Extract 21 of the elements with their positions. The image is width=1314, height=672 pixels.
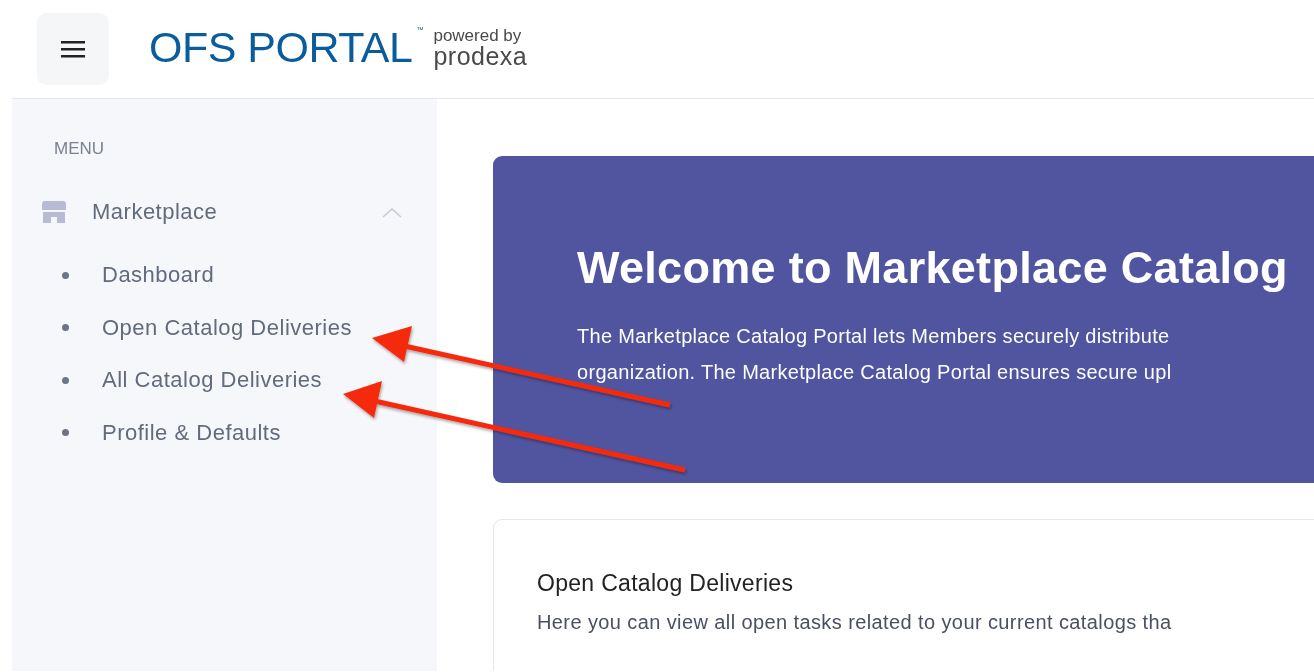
sidebar-group[interactable]: Marketplace	[42, 199, 402, 225]
card-description: Here you can view all open tasks related to your current catalogs tha	[537, 611, 1172, 634]
vendor-logo-text: prodexa	[433, 43, 528, 69]
menu-heading: MENU	[54, 139, 105, 159]
menu-button[interactable]	[37, 13, 109, 85]
banner-text: The Marketplace Catalog Portal lets Members securely distribute	[577, 324, 1170, 349]
menu-icon	[61, 40, 85, 58]
card-title: Open Catalog Deliveries	[537, 570, 794, 597]
sidebar-link[interactable]: All Catalog Deliveries	[102, 367, 323, 394]
bullet-icon	[62, 376, 69, 384]
storefront-icon	[42, 199, 66, 225]
bullet-icon	[62, 429, 69, 437]
sidebar-link[interactable]: Profile & Defaults	[102, 419, 281, 446]
banner-title: Welcome to Marketplace Catalog	[577, 242, 1288, 294]
powered-by-text: powered by	[433, 26, 523, 44]
banner-text: organization. The Marketplace Catalog Portal ensures secure upl	[577, 360, 1172, 385]
sidebar-link[interactable]: Open Catalog Deliveries	[102, 314, 352, 341]
bullet-icon	[62, 271, 69, 279]
bullet-icon	[62, 324, 69, 332]
sidebar-link[interactable]: Dashboard	[102, 262, 215, 289]
logo-text: OFS PORTAL	[149, 25, 413, 69]
